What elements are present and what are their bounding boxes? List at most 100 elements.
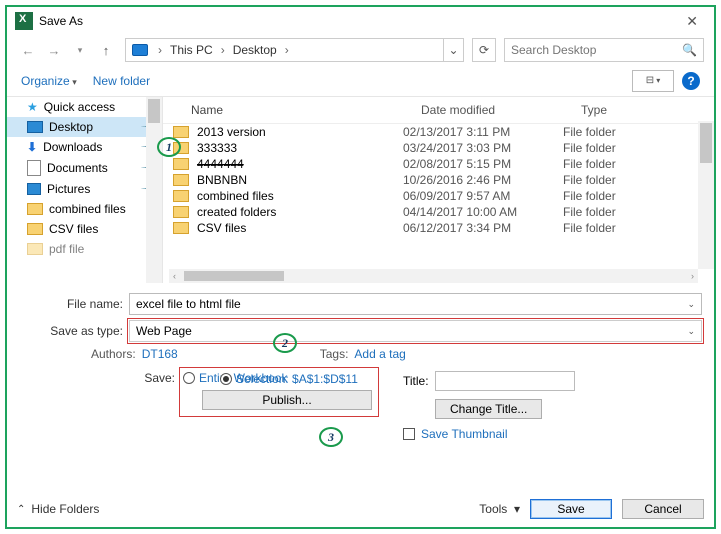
column-type[interactable]: Type [581,103,607,117]
authors-value[interactable]: DT168 [142,347,178,361]
cancel-button[interactable]: Cancel [622,499,704,519]
chevron-right-icon[interactable]: › [217,43,229,57]
file-type: File folder [563,157,616,171]
table-row[interactable]: 2013 version 02/13/2017 3:11 PMFile folde… [163,124,714,140]
file-name: 333333 [197,141,237,155]
sidebar-item-label: pdf file [49,242,84,256]
horizontal-scrollbar[interactable]: ‹› [169,269,698,283]
savetype-input[interactable]: Web Page ⌄ [129,320,702,342]
recent-drop-icon[interactable]: ▾ [69,45,91,56]
table-row[interactable]: CSV files06/12/2017 3:34 PMFile folder [163,220,714,236]
file-type: File folder [563,173,616,187]
sidebar-item-desktop[interactable]: Desktop 📌 [7,117,162,137]
save-thumbnail-label: Save Thumbnail [421,427,508,441]
file-name: CSV files [197,221,246,235]
sidebar-item-pdf-file[interactable]: pdf file [7,239,162,259]
chevron-down-icon[interactable]: ⌄ [687,326,695,337]
file-list-header[interactable]: Name Date modified Type [163,97,714,124]
forward-icon: → [43,43,65,58]
chevron-down-icon[interactable]: ⌄ [687,299,695,310]
sidebar-item-label: CSV files [49,222,98,236]
excel-icon [15,12,33,30]
view-mode-button[interactable]: ⊟▾ [632,70,674,92]
sidebar: ★ Quick access Desktop 📌 ⬇ Downloads 📌 D… [7,97,163,283]
sidebar-item-combined-files[interactable]: combined files [7,199,162,219]
new-folder-button[interactable]: New folder [93,74,150,88]
search-input[interactable] [511,43,682,57]
file-type: File folder [563,205,616,219]
file-type: File folder [563,221,616,235]
crumb-desktop[interactable]: Desktop [229,43,281,57]
file-date: 03/24/2017 3:03 PM [403,141,563,155]
sidebar-item-downloads[interactable]: ⬇ Downloads 📌 [7,137,162,157]
table-row[interactable]: created folders04/14/2017 10:00 AMFile f… [163,204,714,220]
crumb-this-pc[interactable]: This PC [166,43,217,57]
table-row[interactable]: combined files06/09/2017 9:57 AMFile fol… [163,188,714,204]
radio-selection[interactable]: Selection: $A$1:$D$11 [220,372,372,386]
back-icon[interactable]: ← [17,43,39,58]
sidebar-item-documents[interactable]: Documents 📌 [7,157,162,179]
footer: ⌃ Hide Folders Tools ▾ Save Cancel [17,499,704,519]
folder-icon [27,223,43,235]
folder-icon [173,142,189,154]
help-icon[interactable]: ? [682,72,700,90]
path-history-drop[interactable]: ⌄ [443,39,463,61]
tools-button[interactable]: Tools ▾ [479,502,520,516]
save-button[interactable]: Save [530,499,612,519]
sidebar-item-label: Quick access [44,100,115,114]
file-name: created folders [197,205,276,219]
folder-icon [173,222,189,234]
title-input[interactable] [435,371,575,391]
file-list: Name Date modified Type 2013 version 02/1… [163,97,714,283]
file-date: 02/08/2017 5:15 PM [403,157,563,171]
chevron-right-icon[interactable]: › [154,43,166,57]
vertical-scrollbar[interactable] [698,121,714,269]
save-as-dialog: Save As ✕ ← → ▾ ↑ › This PC › Desktop › … [5,5,716,529]
column-date[interactable]: Date modified [421,103,581,117]
file-date: 02/13/2017 3:11 PM [403,125,563,139]
save-options-area: Save: Entire Workbook Selection: $A$1:$D… [7,367,714,449]
organize-button[interactable]: Organize [21,74,77,88]
save-label: Save: [139,371,175,385]
filename-input[interactable]: excel file to html file ⌄ [129,293,702,315]
close-icon[interactable]: ✕ [678,11,706,32]
hide-folders-button[interactable]: ⌃ Hide Folders [17,502,99,516]
chevron-right-icon[interactable]: › [281,43,293,57]
savetype-row: Save as type: Web Page ⌄ [19,320,702,342]
hide-folders-label: Hide Folders [31,502,99,516]
sidebar-item-pictures[interactable]: Pictures 📌 [7,179,162,199]
table-row[interactable]: BNBNBN10/26/2016 2:46 PMFile folder [163,172,714,188]
nav-bar: ← → ▾ ↑ › This PC › Desktop › ⌄ ⟳ 🔍 [7,35,714,65]
documents-icon [27,160,41,176]
sidebar-item-label: Documents [47,161,108,175]
change-title-button[interactable]: Change Title... [435,399,542,419]
file-name: 2013 version [197,125,266,139]
toolbar: Organize New folder ⊟▾ ? [7,65,714,97]
folder-icon [27,203,43,215]
sidebar-scrollbar[interactable] [146,97,162,283]
refresh-icon[interactable]: ⟳ [472,38,496,62]
file-type: File folder [563,141,616,155]
up-icon[interactable]: ↑ [95,43,117,58]
filename-label: File name: [19,297,129,311]
desktop-icon [27,121,43,133]
download-icon: ⬇ [27,140,37,154]
table-row[interactable]: 444444402/08/2017 5:15 PMFile folder [163,156,714,172]
publish-button[interactable]: Publish... [202,390,372,410]
file-name: combined files [197,189,274,203]
table-row[interactable]: 333333 03/24/2017 3:03 PMFile folder [163,140,714,156]
sidebar-item-label: combined files [49,202,126,216]
file-name: BNBNBN [197,173,247,187]
column-name[interactable]: Name [191,103,421,117]
search-box[interactable]: 🔍 [504,38,704,62]
tags-value[interactable]: Add a tag [354,347,405,361]
sidebar-item-csv-files[interactable]: CSV files [7,219,162,239]
title-bar: Save As ✕ [7,7,714,35]
search-icon[interactable]: 🔍 [682,43,697,57]
checkbox-save-thumbnail[interactable] [403,428,415,440]
sidebar-item-quick-access[interactable]: ★ Quick access [7,97,162,117]
meta-row: Authors: DT168 Tags: Add a tag [19,347,702,361]
breadcrumb[interactable]: › This PC › Desktop › ⌄ [125,38,464,62]
file-type: File folder [563,125,616,139]
pc-icon [132,44,148,56]
